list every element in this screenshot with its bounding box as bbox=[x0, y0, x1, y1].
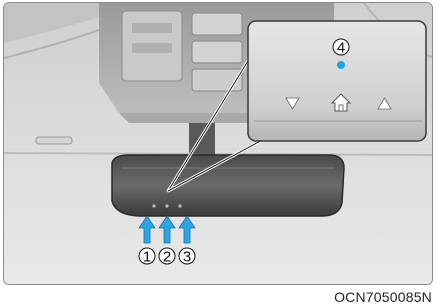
mirror-button-3 bbox=[178, 204, 182, 208]
rearview-mirror bbox=[111, 154, 345, 217]
mirror-illustration: 4 1 2 3 bbox=[3, 2, 433, 285]
callout-label-4: 4 bbox=[337, 40, 345, 57]
mirror-button-1 bbox=[152, 204, 156, 208]
figure: 4 1 2 3 OCN7050085N bbox=[0, 0, 438, 307]
button-arrows bbox=[138, 215, 196, 244]
mirror-stem bbox=[189, 123, 215, 159]
indicator-led-icon bbox=[337, 61, 345, 69]
callout-label-2: 2 bbox=[163, 249, 171, 266]
figure-code: OCN7050085N bbox=[334, 289, 432, 305]
callout-label-3: 3 bbox=[183, 249, 191, 266]
callout-label-1: 1 bbox=[143, 249, 151, 266]
visor-clip bbox=[35, 136, 73, 145]
mirror-button-2 bbox=[165, 204, 169, 208]
inset-magnified-view: 4 bbox=[247, 20, 427, 142]
